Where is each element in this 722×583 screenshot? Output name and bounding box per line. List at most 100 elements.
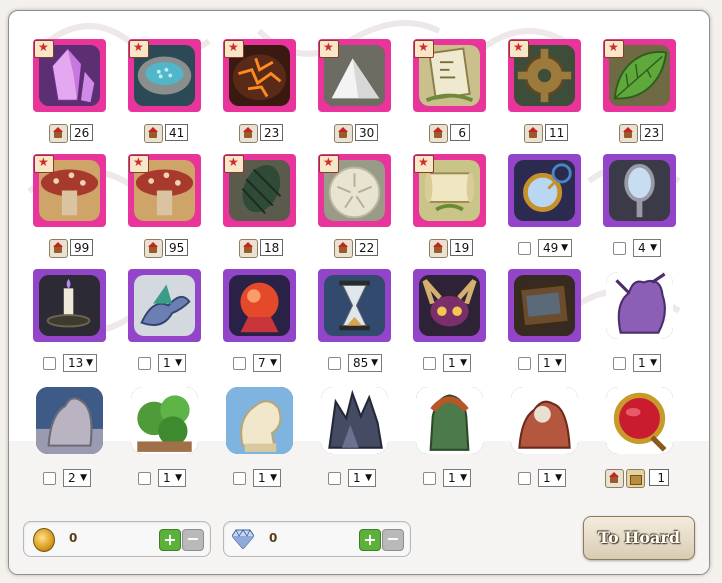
item-checkbox[interactable] [518,242,531,255]
item-slot[interactable]: 1 ▼ [407,384,487,496]
item-tile[interactable] [508,384,581,457]
quantity-select[interactable]: 1 ▼ [633,354,661,372]
item-slot[interactable]: 7 ▼ [217,269,297,381]
hoard-badge-icon[interactable] [334,124,353,143]
item-slot[interactable]: 4 ▼ [597,154,677,266]
item-slot[interactable]: 11 [502,39,582,151]
item-checkbox[interactable] [518,357,531,370]
item-checkbox[interactable] [613,242,626,255]
item-tile[interactable] [223,154,296,227]
item-tile[interactable] [318,154,391,227]
hoard-badge-icon[interactable] [49,124,68,143]
item-tile[interactable] [413,154,486,227]
quantity-select[interactable]: 1 ▼ [538,469,566,487]
item-tile[interactable] [33,269,106,342]
hoard-badge-icon[interactable] [429,239,448,258]
hoard-badge-icon[interactable] [49,239,68,258]
item-slot[interactable]: 1 ▼ [597,269,677,381]
item-tile[interactable] [413,384,486,457]
item-checkbox[interactable] [138,357,151,370]
item-slot[interactable]: 19 [407,154,487,266]
item-slot[interactable]: 1 [597,384,677,496]
hoard-badge-icon[interactable] [334,239,353,258]
item-checkbox[interactable] [423,472,436,485]
hoard-badge-icon[interactable] [619,124,638,143]
item-slot[interactable]: 30 [312,39,392,151]
item-checkbox[interactable] [328,472,341,485]
hoard-badge-icon[interactable] [239,124,258,143]
item-tile[interactable] [318,269,391,342]
item-checkbox[interactable] [328,357,341,370]
item-tile[interactable] [318,39,391,112]
hoard-badge-icon[interactable] [144,124,163,143]
item-slot[interactable]: 6 [407,39,487,151]
quantity-select[interactable]: 49 ▼ [538,239,572,257]
item-slot[interactable]: 23 [217,39,297,151]
item-tile[interactable] [508,39,581,112]
item-slot[interactable]: 26 [27,39,107,151]
item-tile[interactable] [33,39,106,112]
item-slot[interactable]: 85 ▼ [312,269,392,381]
hoard-badge-icon[interactable] [605,469,624,488]
to-hoard-button[interactable]: To Hoard [583,516,695,560]
item-tile[interactable] [603,269,676,342]
hoard-badge-icon[interactable] [239,239,258,258]
item-slot[interactable]: 2 ▼ [27,384,107,496]
quantity-select[interactable]: 4 ▼ [633,239,661,257]
item-tile[interactable] [603,39,676,112]
item-tile[interactable] [603,384,676,457]
item-checkbox[interactable] [613,357,626,370]
item-checkbox[interactable] [43,357,56,370]
item-slot[interactable]: 1 ▼ [312,384,392,496]
item-slot[interactable]: 95 [122,154,202,266]
hoard-badge-icon[interactable] [524,124,543,143]
gems-minus-button[interactable]: − [382,529,404,551]
item-slot[interactable]: 1 ▼ [502,384,582,496]
item-tile[interactable] [128,269,201,342]
item-tile[interactable] [223,269,296,342]
quantity-select[interactable]: 13 ▼ [63,354,97,372]
item-tile[interactable] [413,269,486,342]
item-tile[interactable] [603,154,676,227]
item-slot[interactable]: 1 ▼ [407,269,487,381]
item-tile[interactable] [128,39,201,112]
item-checkbox[interactable] [138,472,151,485]
item-slot[interactable]: 1 ▼ [502,269,582,381]
quantity-select[interactable]: 1 ▼ [443,469,471,487]
item-tile[interactable] [33,154,106,227]
item-tile[interactable] [128,384,201,457]
item-slot[interactable]: 18 [217,154,297,266]
treasure-minus-button[interactable]: − [182,529,204,551]
quantity-select[interactable]: 1 ▼ [348,469,376,487]
item-checkbox[interactable] [43,472,56,485]
item-checkbox[interactable] [233,357,246,370]
item-tile[interactable] [508,269,581,342]
item-slot[interactable]: 1 ▼ [122,269,202,381]
quantity-select[interactable]: 1 ▼ [158,354,186,372]
quantity-select[interactable]: 1 ▼ [253,469,281,487]
item-tile[interactable] [223,39,296,112]
item-slot[interactable]: 99 [27,154,107,266]
item-tile[interactable] [318,384,391,457]
item-slot[interactable]: 1 ▼ [122,384,202,496]
item-slot[interactable]: 1 ▼ [217,384,297,496]
quantity-select[interactable]: 1 ▼ [158,469,186,487]
gems-plus-button[interactable]: + [359,529,381,551]
item-checkbox[interactable] [518,472,531,485]
quantity-select[interactable]: 85 ▼ [348,354,382,372]
item-slot[interactable]: 49 ▼ [502,154,582,266]
item-slot[interactable]: 41 [122,39,202,151]
item-checkbox[interactable] [423,357,436,370]
quantity-select[interactable]: 2 ▼ [63,469,91,487]
item-slot[interactable]: 22 [312,154,392,266]
item-tile[interactable] [223,384,296,457]
item-tile[interactable] [413,39,486,112]
item-tile[interactable] [128,154,201,227]
item-slot[interactable]: 13 ▼ [27,269,107,381]
quantity-select[interactable]: 1 ▼ [443,354,471,372]
quantity-select[interactable]: 7 ▼ [253,354,281,372]
item-slot[interactable]: 23 [597,39,677,151]
item-tile[interactable] [508,154,581,227]
treasure-plus-button[interactable]: + [159,529,181,551]
item-checkbox[interactable] [233,472,246,485]
